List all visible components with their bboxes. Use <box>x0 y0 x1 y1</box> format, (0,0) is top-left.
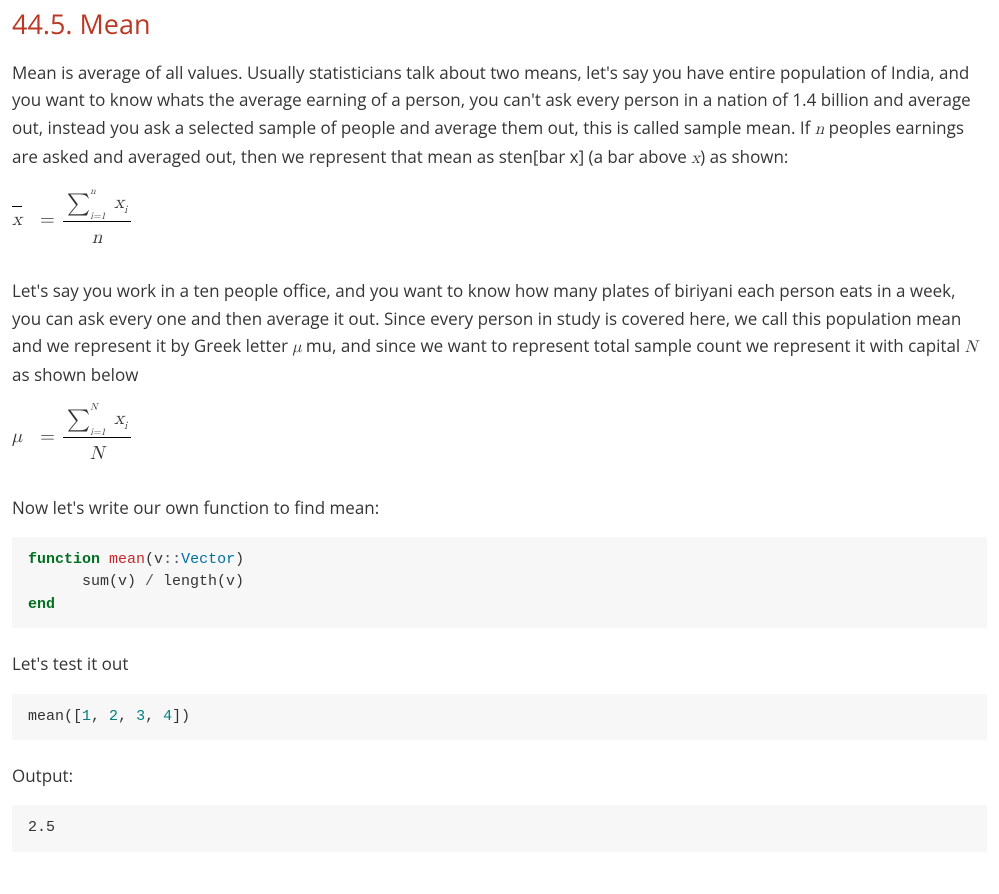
formula-lhs: x <box>12 205 22 235</box>
tok-indent <box>28 573 82 590</box>
sigma-upper: N <box>90 402 98 412</box>
formula-lhs: μ <box>12 422 22 452</box>
section-heading: 44.5. Mean <box>12 2 987 45</box>
intro-paragraph-2: Let's say you work in a ten people offic… <box>12 277 987 388</box>
text-span: ) as shown: <box>700 145 788 168</box>
formula-population-mean: μ = ∑ N i=1 xi N <box>12 404 987 469</box>
tok-sep: , <box>145 708 163 725</box>
summand: xi <box>114 404 127 435</box>
tok-keyword: function <box>28 551 100 568</box>
code-block-call: mean([1, 2, 3, 4]) <box>12 694 987 741</box>
paragraph-test-it: Let's test it out <box>12 650 987 677</box>
sigma-glyph: ∑ <box>67 409 90 431</box>
tok-number: 4 <box>163 708 172 725</box>
output-value: 2.5 <box>28 819 55 836</box>
tok-sep: , <box>91 708 109 725</box>
text-span: mu, and since we want to represent total… <box>302 334 965 357</box>
text-span: as shown below <box>12 363 138 386</box>
tok-double-colon: :: <box>163 551 181 568</box>
tok-number: 3 <box>136 708 145 725</box>
equals-sign: = <box>40 422 55 452</box>
tok-operator: / <box>145 573 154 590</box>
term-sub: i <box>124 205 127 216</box>
tok-body-a: sum(v) <box>82 573 145 590</box>
tok-close: ]) <box>172 708 190 725</box>
tok-sep: , <box>118 708 136 725</box>
fraction: ∑ n i=1 xi n <box>63 188 131 253</box>
term-base: x <box>114 193 124 212</box>
tok-paren-close: ) <box>235 551 244 568</box>
denominator: N <box>90 438 104 469</box>
sigma-glyph: ∑ <box>67 193 90 215</box>
summation: ∑ n i=1 xi <box>67 188 127 219</box>
sigma-lower: i=1 <box>90 211 106 221</box>
var-n: n <box>815 121 824 138</box>
tok-type: Vector <box>181 551 235 568</box>
code-block-output: 2.5 <box>12 805 987 852</box>
equals-sign: = <box>40 205 55 235</box>
tok-keyword: end <box>28 596 55 613</box>
tok-call: mean([ <box>28 708 82 725</box>
sigma-symbol: ∑ n i=1 <box>67 193 90 215</box>
tok-number: 2 <box>109 708 118 725</box>
intro-paragraph-1: Mean is average of all values. Usually s… <box>12 59 987 172</box>
fraction: ∑ N i=1 xi N <box>63 404 131 469</box>
sigma-upper: n <box>90 186 96 196</box>
tok-number: 1 <box>82 708 91 725</box>
tok-paren-open: (v <box>145 551 163 568</box>
sigma-lower: i=1 <box>90 427 106 437</box>
term-sub: i <box>124 421 127 432</box>
term-base: x <box>114 409 124 428</box>
numerator: ∑ N i=1 xi <box>63 404 131 438</box>
code-block-function-def: function mean(v::Vector) sum(v) / length… <box>12 537 987 629</box>
denominator: n <box>92 222 103 253</box>
var-big-n: N <box>965 339 978 356</box>
var-x: x <box>691 150 700 167</box>
formula-sample-mean: x = ∑ n i=1 xi n <box>12 188 987 253</box>
paragraph-write-function: Now let's write our own function to find… <box>12 494 987 521</box>
tok-body-b: length(v) <box>154 573 244 590</box>
summation: ∑ N i=1 xi <box>67 404 127 435</box>
paragraph-output-label: Output: <box>12 762 987 789</box>
sigma-symbol: ∑ N i=1 <box>67 409 90 431</box>
var-xbar: x <box>12 205 22 235</box>
summand: xi <box>114 188 127 219</box>
var-mu: μ <box>292 339 301 356</box>
numerator: ∑ n i=1 xi <box>63 188 131 222</box>
tok-function-name: mean <box>109 551 145 568</box>
